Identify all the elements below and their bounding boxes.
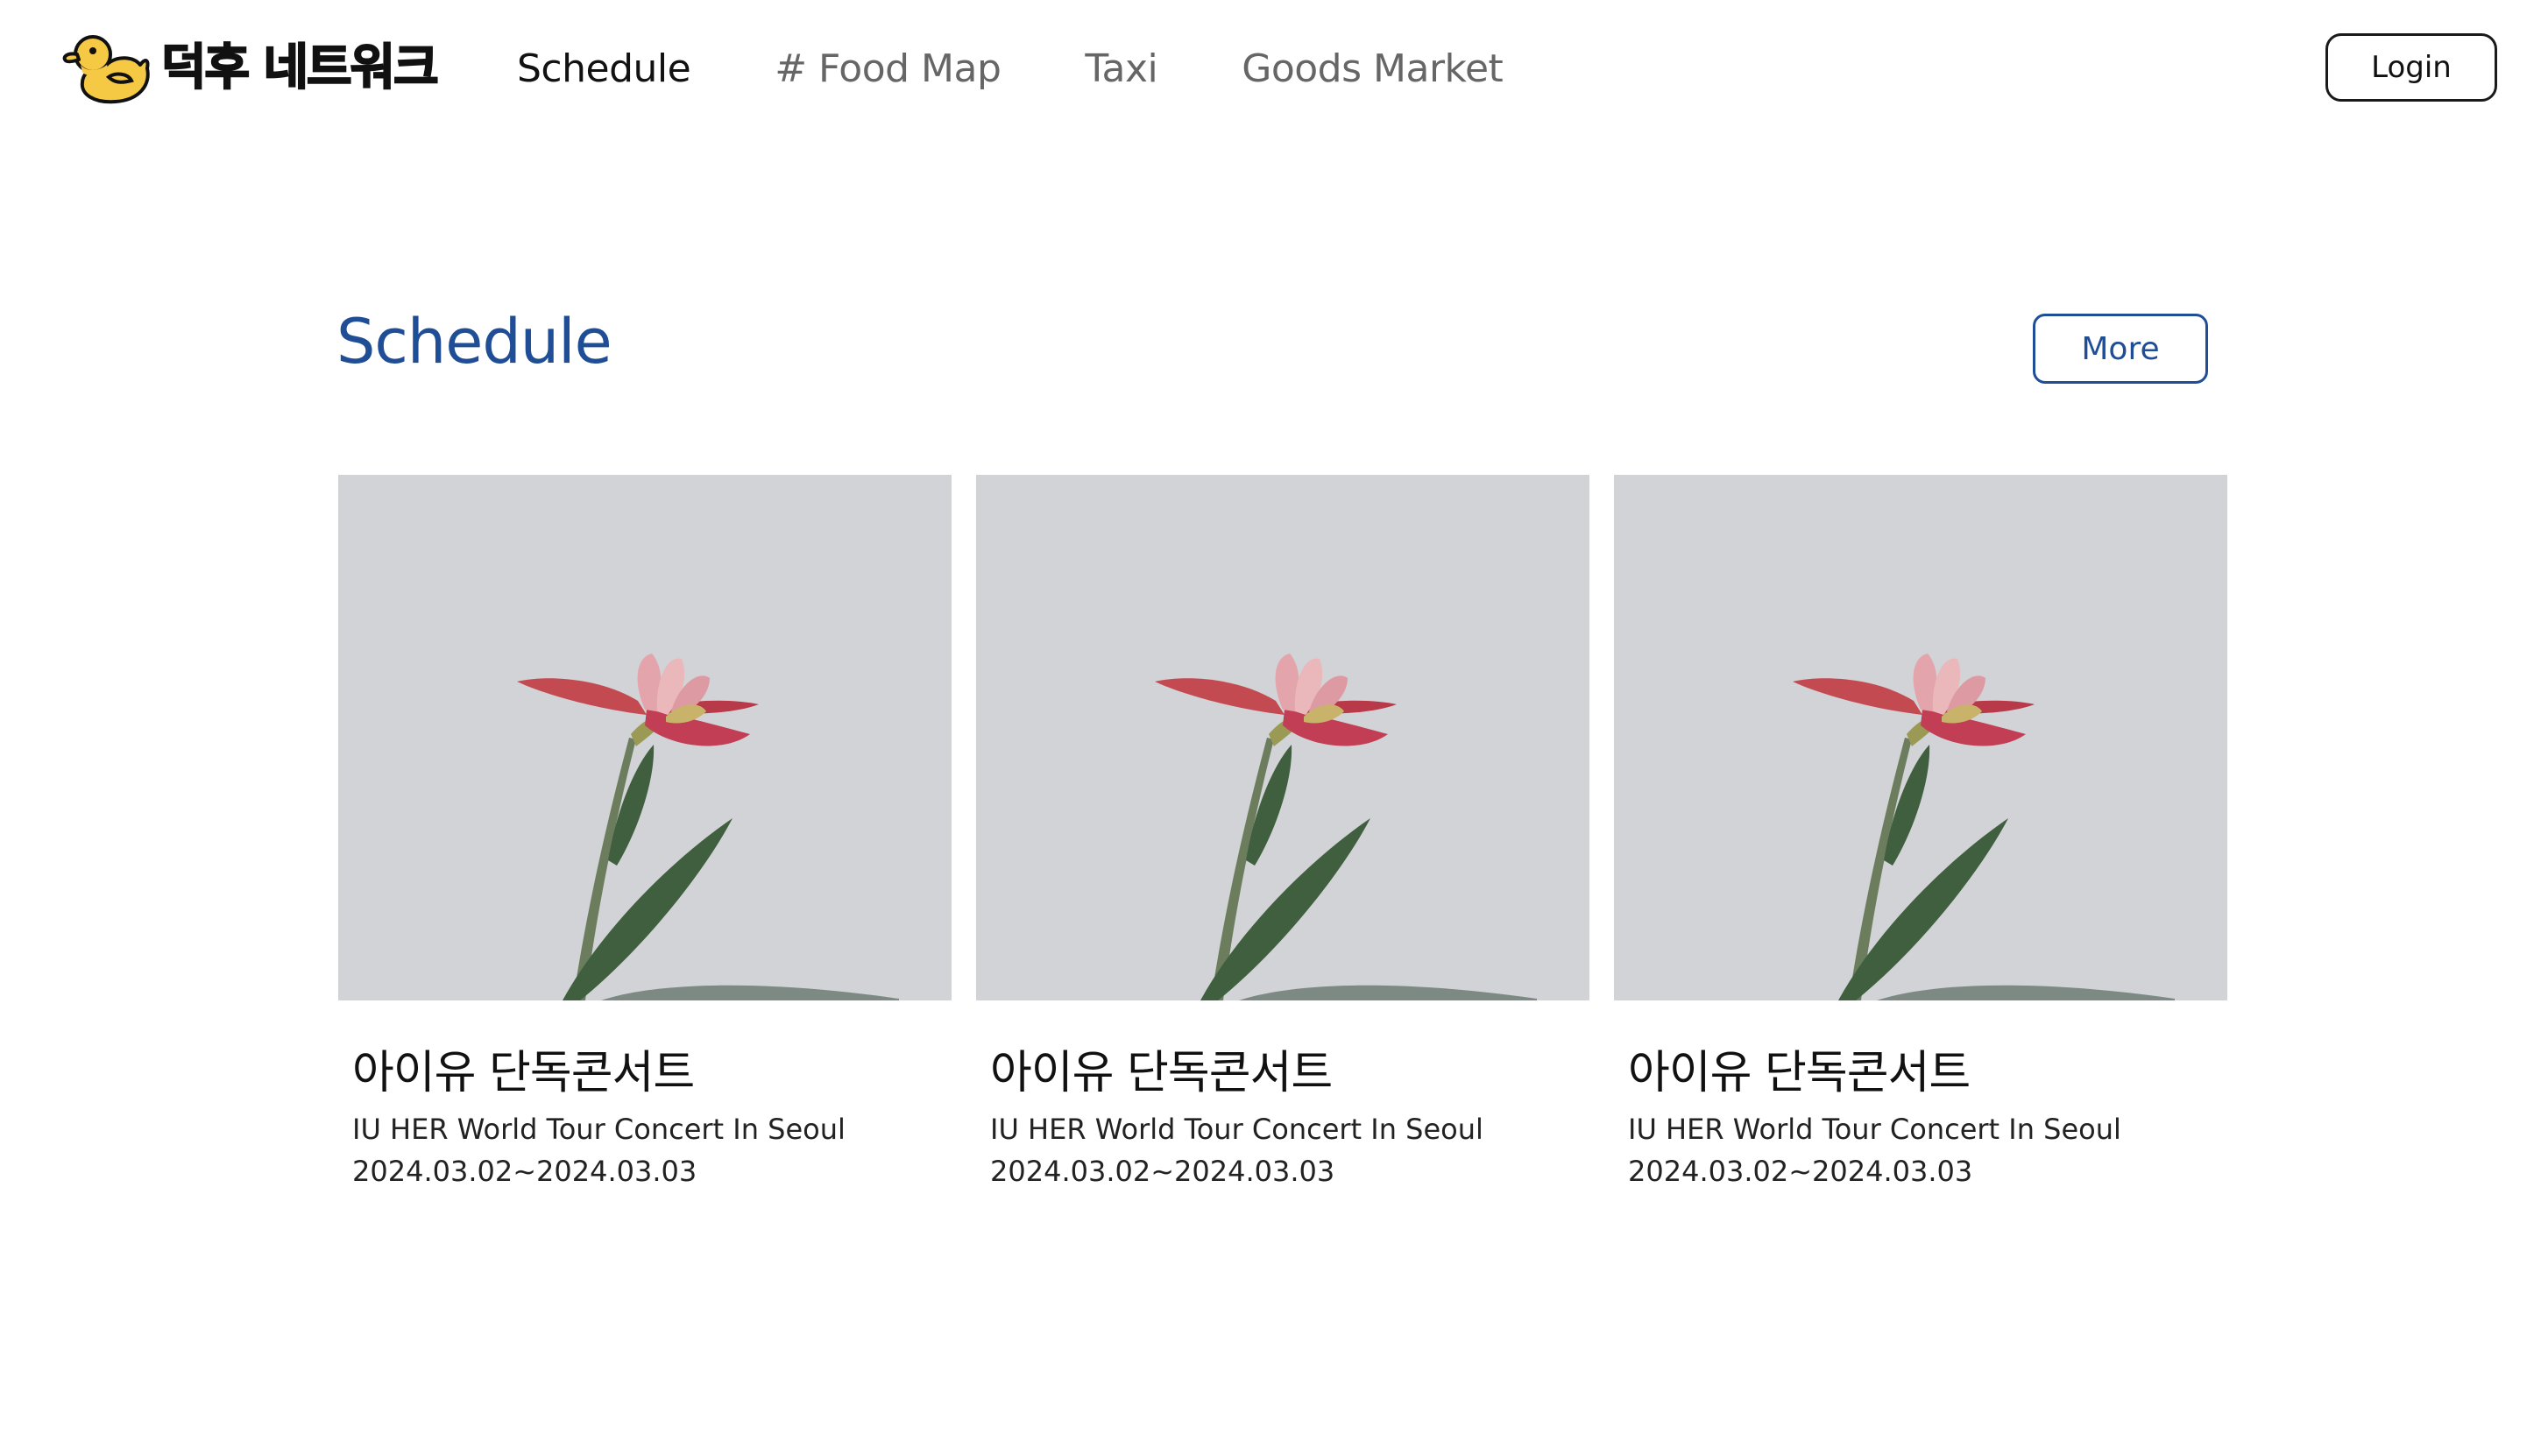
nav-item-goods-market[interactable]: Goods Market: [1242, 46, 1504, 91]
card-subtitle: IU HER World Tour Concert In Seoul: [1628, 1113, 2121, 1146]
schedule-card[interactable]: 아이유 단독콘서트 IU HER World Tour Concert In S…: [976, 475, 1589, 1211]
schedule-card-list: 아이유 단독콘서트 IU HER World Tour Concert In S…: [338, 475, 2229, 1211]
card-title: 아이유 단독콘서트: [1628, 1047, 1971, 1099]
logo[interactable]: 덕후 네트워크: [60, 30, 440, 107]
card-image: [338, 475, 952, 1000]
top-navigation-bar: 덕후 네트워크 Schedule # Food Map Taxi Goods M…: [0, 0, 2548, 137]
card-date: 2024.03.02~2024.03.03: [1628, 1155, 1973, 1188]
card-title: 아이유 단독콘서트: [352, 1047, 695, 1099]
login-button[interactable]: Login: [2325, 33, 2497, 102]
schedule-card[interactable]: 아이유 단독콘서트 IU HER World Tour Concert In S…: [338, 475, 952, 1211]
schedule-card[interactable]: 아이유 단독콘서트 IU HER World Tour Concert In S…: [1614, 475, 2227, 1211]
card-image: [976, 475, 1589, 1000]
logo-text: 덕후 네트워크: [160, 39, 440, 96]
card-title: 아이유 단독콘서트: [990, 1047, 1333, 1099]
section-title: Schedule: [336, 306, 612, 378]
nav-item-schedule[interactable]: Schedule: [517, 46, 691, 91]
main-nav: Schedule # Food Map Taxi Goods Market: [517, 35, 1587, 102]
flower-photo: [1614, 475, 2227, 1000]
flower-photo: [338, 475, 952, 1000]
flower-photo: [976, 475, 1589, 1000]
card-date: 2024.03.02~2024.03.03: [990, 1155, 1335, 1188]
more-button[interactable]: More: [2033, 314, 2208, 384]
nav-item-taxi[interactable]: Taxi: [1085, 46, 1157, 91]
duck-icon: [62, 35, 150, 104]
card-date: 2024.03.02~2024.03.03: [352, 1155, 697, 1188]
nav-item-food-map[interactable]: # Food Map: [775, 46, 1002, 91]
card-subtitle: IU HER World Tour Concert In Seoul: [352, 1113, 846, 1146]
card-image: [1614, 475, 2227, 1000]
card-subtitle: IU HER World Tour Concert In Seoul: [990, 1113, 1483, 1146]
